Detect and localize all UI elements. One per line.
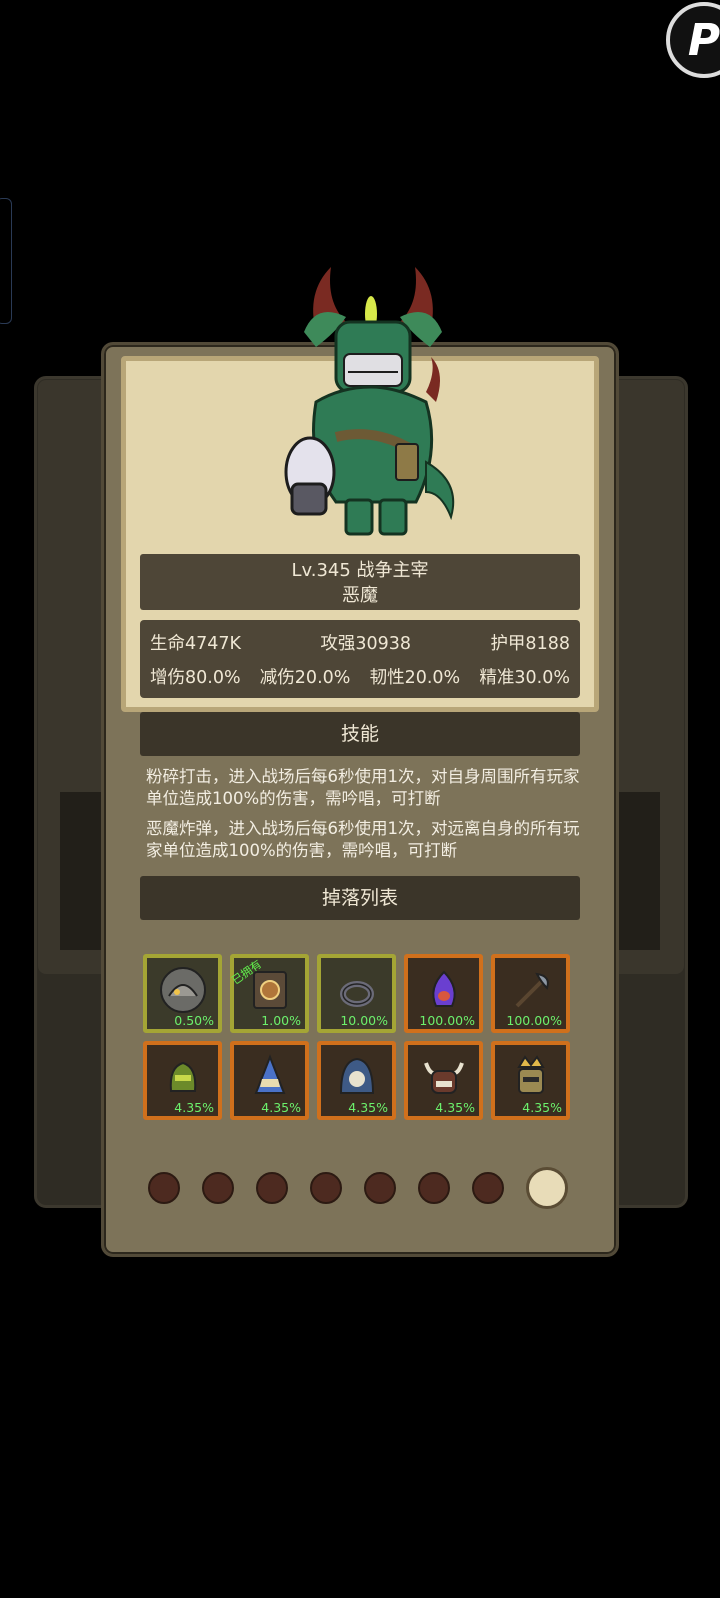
skill-description: 粉碎打击，进入战场后每6秒使用1次，对自身周围所有玩家单位造成100%的伤害，需… bbox=[146, 767, 580, 808]
drop-rate: 4.35% bbox=[261, 1100, 301, 1115]
horned-helmet-icon bbox=[424, 1062, 464, 1094]
page-dot[interactable] bbox=[202, 1172, 234, 1204]
purple-gem-icon bbox=[432, 970, 456, 1007]
stat-hp: 生命4747K bbox=[150, 634, 242, 654]
page-dot[interactable] bbox=[256, 1172, 288, 1204]
drop-list-header: 掉落列表 bbox=[140, 876, 580, 920]
stats-row-secondary: 增伤80.0% 减伤20.0% 韧性20.0% 精准30.0% bbox=[150, 664, 570, 689]
page-dot[interactable] bbox=[472, 1172, 504, 1204]
wizard-hat-icon bbox=[254, 1054, 286, 1094]
war-overlord-monster-icon bbox=[284, 267, 455, 536]
drop-rate: 4.35% bbox=[435, 1100, 475, 1115]
drop-item[interactable]: 4.35% bbox=[404, 1041, 483, 1120]
battle-axe-icon bbox=[515, 972, 549, 1008]
drop-item[interactable]: 4.35% bbox=[317, 1041, 396, 1120]
drop-item[interactable]: 10.00% bbox=[317, 954, 396, 1033]
skill-description: 恶魔炸弹，进入战场后每6秒使用1次，对远离自身的所有玩家单位造成100%的伤害，… bbox=[146, 819, 580, 860]
drop-item[interactable]: 已拥有 1.00% bbox=[230, 954, 309, 1033]
drop-rate: 4.35% bbox=[522, 1100, 562, 1115]
monster-race: 恶魔 bbox=[342, 585, 378, 606]
drop-rate: 4.35% bbox=[348, 1100, 388, 1115]
corner-logo-icon[interactable]: P bbox=[666, 2, 720, 78]
stat-precision: 精准30.0% bbox=[479, 668, 570, 688]
page-dot[interactable] bbox=[148, 1172, 180, 1204]
drop-item[interactable]: 100.00% bbox=[404, 954, 483, 1033]
stat-damage-bonus: 增伤80.0% bbox=[150, 668, 241, 688]
drop-rate: 100.00% bbox=[506, 1013, 562, 1028]
drop-rate: 0.50% bbox=[174, 1013, 214, 1028]
crowned-helmet-icon bbox=[517, 1055, 545, 1094]
drop-item[interactable]: 4.35% bbox=[491, 1041, 570, 1120]
ring-icon bbox=[340, 981, 374, 1007]
stat-toughness: 韧性20.0% bbox=[369, 668, 461, 688]
drop-item[interactable]: 4.35% bbox=[143, 1041, 222, 1120]
monster-stats-panel: 生命4747K 攻强30938 护甲8188 增伤80.0% 减伤20.0% 韧… bbox=[140, 620, 580, 698]
drop-item[interactable]: 100.00% bbox=[491, 954, 570, 1033]
drop-item[interactable]: 0.50% bbox=[143, 954, 222, 1033]
stat-armor: 护甲8188 bbox=[490, 634, 570, 654]
page-dot[interactable] bbox=[418, 1172, 450, 1204]
drop-rate: 4.35% bbox=[174, 1100, 214, 1115]
left-edge-tab[interactable] bbox=[0, 198, 12, 324]
skills-header: 技能 bbox=[140, 712, 580, 756]
drop-rate: 1.00% bbox=[261, 1013, 301, 1028]
stats-row-primary: 生命4747K 攻强30938 护甲8188 bbox=[150, 630, 570, 655]
drop-item[interactable]: 4.35% bbox=[230, 1041, 309, 1120]
page-dot[interactable] bbox=[364, 1172, 396, 1204]
rock-beast-icon bbox=[160, 967, 206, 1013]
stat-damage-reduction: 减伤20.0% bbox=[259, 668, 351, 688]
skull-hood-icon bbox=[339, 1057, 375, 1094]
monster-level-name: Lv.345 战争主宰 bbox=[291, 560, 429, 581]
stat-attack: 攻强30938 bbox=[320, 634, 412, 654]
green-helmet-icon bbox=[169, 1061, 197, 1092]
page-dot[interactable] bbox=[310, 1172, 342, 1204]
drop-rate: 10.00% bbox=[340, 1013, 388, 1028]
drop-rate: 100.00% bbox=[419, 1013, 475, 1028]
page-dot-active[interactable] bbox=[526, 1167, 568, 1209]
monster-title-bar: Lv.345 战争主宰 恶魔 bbox=[140, 554, 580, 610]
